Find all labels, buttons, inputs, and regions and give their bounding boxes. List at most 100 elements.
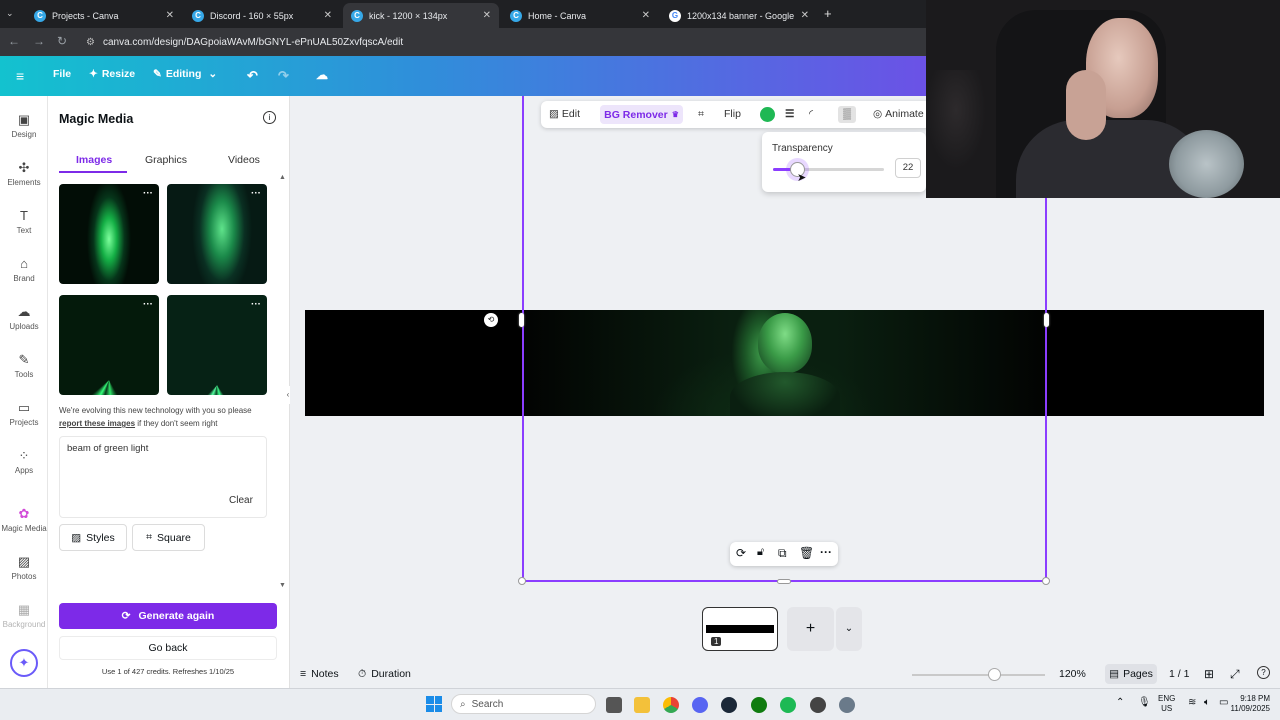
tab-videos[interactable]: Videos — [228, 154, 260, 166]
grid-view-icon[interactable]: ⊞ — [1204, 667, 1214, 681]
microphone-icon[interactable]: 🎙︎ — [1138, 697, 1151, 708]
rail-item-elements[interactable]: ✣ Elements — [0, 160, 48, 187]
menu-icon[interactable]: ≡ — [16, 68, 24, 84]
more-options-icon[interactable]: ··· — [143, 299, 153, 310]
resize-button[interactable]: ✦ Resize — [89, 68, 135, 80]
resize-handle-right[interactable] — [1044, 313, 1049, 327]
generated-image[interactable]: ··· — [167, 184, 267, 284]
clock[interactable]: 9:18 PM 11/09/2025 — [1226, 694, 1270, 714]
regenerate-icon[interactable]: ⟳ — [736, 546, 746, 560]
rail-item-uploads[interactable]: ☁ Uploads — [0, 304, 48, 331]
clear-button[interactable]: Clear — [229, 495, 253, 506]
more-options-icon[interactable]: ··· — [251, 299, 261, 310]
info-icon[interactable]: i — [263, 111, 276, 124]
undo-icon[interactable]: ↶ — [247, 68, 258, 84]
back-icon[interactable]: ← — [8, 34, 20, 48]
rail-item-apps[interactable]: ⁘ Apps — [0, 448, 48, 475]
resize-handle-left[interactable] — [519, 313, 524, 327]
browser-tab-google[interactable]: G 1200x134 banner - Google Sea ✕ — [661, 3, 817, 28]
volume-icon[interactable]: 🔈︎ — [1204, 697, 1210, 708]
steam-icon[interactable] — [721, 697, 737, 713]
reload-icon[interactable]: ↻ — [57, 34, 67, 48]
aspect-square-button[interactable]: ⌗ Square — [132, 524, 205, 551]
go-back-button[interactable]: Go back — [59, 636, 277, 660]
pages-button[interactable]: ▤ Pages — [1105, 664, 1157, 684]
border-style-icon[interactable]: ☰ — [785, 108, 794, 120]
browser-tab-kick[interactable]: C kick - 1200 × 134px ✕ — [343, 3, 499, 28]
page-thumbnail[interactable]: 1 — [702, 607, 778, 651]
cloud-save-icon[interactable]: ☁ — [316, 68, 328, 82]
new-tab-icon[interactable]: + — [824, 6, 832, 21]
generated-image[interactable]: ··· — [167, 295, 267, 395]
fullscreen-icon[interactable]: ⤢ — [1230, 667, 1240, 682]
add-page-button[interactable]: + — [787, 607, 834, 651]
forward-icon[interactable]: → — [33, 34, 45, 48]
rail-item-text[interactable]: T Text — [0, 208, 48, 235]
url-field[interactable]: ⚙ canva.com/design/DAGpoiaWAvM/bGNYL-ePn… — [80, 33, 920, 51]
bottom-handle[interactable] — [777, 579, 791, 584]
color-swatch[interactable] — [760, 107, 775, 122]
chrome-icon[interactable] — [663, 697, 679, 713]
browser-tab-discord[interactable]: C Discord - 160 × 55px ✕ — [184, 3, 340, 28]
settings-gear-icon[interactable] — [839, 697, 855, 713]
rail-item-photos[interactable]: ▨ Photos — [0, 554, 48, 581]
spotify-icon[interactable] — [780, 697, 796, 713]
rail-item-projects[interactable]: ▭ Projects — [0, 400, 48, 427]
transparency-icon[interactable]: ▒ — [838, 106, 856, 123]
more-options-icon[interactable]: ··· — [143, 188, 153, 199]
corner-handle[interactable] — [518, 577, 526, 585]
scroll-up-arrow-icon[interactable]: ▲ — [279, 174, 286, 181]
close-tab-icon[interactable]: ✕ — [324, 10, 332, 21]
rotate-handle-icon[interactable]: ⟲ — [484, 313, 498, 327]
crop-icon[interactable]: ⌗ — [698, 108, 704, 121]
tab-images[interactable]: Images — [76, 154, 112, 166]
delete-icon[interactable]: 🗑︎ — [799, 546, 814, 560]
transparency-value-input[interactable]: 22 — [895, 158, 921, 178]
more-icon[interactable]: ··· — [820, 545, 832, 559]
zoom-level[interactable]: 120% — [1059, 668, 1086, 680]
duplicate-icon[interactable]: ⧉ — [778, 546, 787, 561]
close-tab-icon[interactable]: ✕ — [642, 10, 650, 21]
windows-start-icon[interactable] — [426, 696, 442, 712]
browser-tab-projects[interactable]: C Projects - Canva ✕ — [26, 3, 182, 28]
styles-button[interactable]: ▨ Styles — [59, 524, 127, 551]
close-tab-icon[interactable]: ✕ — [483, 10, 491, 21]
tray-chevron-icon[interactable]: ⌃ — [1116, 697, 1124, 708]
language-indicator[interactable]: ENG US — [1158, 694, 1175, 714]
zoom-slider-knob[interactable] — [988, 668, 1001, 681]
rail-item-design[interactable]: ▣ Design — [0, 112, 48, 139]
more-options-icon[interactable]: ··· — [251, 188, 261, 199]
help-icon[interactable]: ? — [1257, 666, 1270, 679]
file-explorer-icon[interactable] — [634, 697, 650, 713]
corner-rounding-icon[interactable]: ◜ — [809, 108, 813, 120]
rail-item-background[interactable]: ▦ Background — [0, 602, 48, 629]
file-menu-button[interactable]: File — [53, 68, 71, 80]
duration-button[interactable]: ⏱︎ Duration — [358, 668, 411, 681]
redo-icon[interactable]: ↷ — [278, 68, 289, 84]
zoom-slider-track[interactable] — [912, 674, 1045, 676]
close-tab-icon[interactable]: ✕ — [166, 10, 174, 21]
editing-mode-button[interactable]: ✎ Editing ⌄ — [153, 68, 217, 80]
obs-icon[interactable] — [810, 697, 826, 713]
site-info-icon[interactable]: ⚙ — [86, 37, 95, 48]
page-options-chevron-icon[interactable]: ⌄ — [836, 607, 862, 651]
bg-remover-button[interactable]: BG Remover ♛ — [600, 105, 683, 124]
task-view-icon[interactable] — [606, 697, 622, 713]
edit-image-button[interactable]: ▨ Edit — [549, 108, 580, 120]
lock-icon[interactable]: 🔓︎ — [757, 546, 764, 559]
notes-button[interactable]: ≡ Notes — [300, 668, 339, 680]
xbox-icon[interactable] — [751, 697, 767, 713]
rail-item-magic-media[interactable]: ✿ Magic Media — [0, 506, 48, 533]
corner-handle[interactable] — [1042, 577, 1050, 585]
wifi-icon[interactable]: ≋ — [1188, 697, 1196, 708]
taskbar-search[interactable]: ⌕ Search — [451, 694, 596, 714]
generated-image[interactable]: ··· — [59, 295, 159, 395]
rail-item-brand[interactable]: ⌂ Brand — [0, 256, 48, 283]
close-tab-icon[interactable]: ✕ — [801, 10, 809, 21]
browser-tab-home[interactable]: C Home - Canva ✕ — [502, 3, 658, 28]
tab-graphics[interactable]: Graphics — [145, 154, 187, 166]
generated-image[interactable]: ··· — [59, 184, 159, 284]
report-images-link[interactable]: report these images — [59, 419, 135, 428]
flip-button[interactable]: Flip — [724, 108, 741, 120]
scroll-down-arrow-icon[interactable]: ▼ — [279, 582, 286, 589]
